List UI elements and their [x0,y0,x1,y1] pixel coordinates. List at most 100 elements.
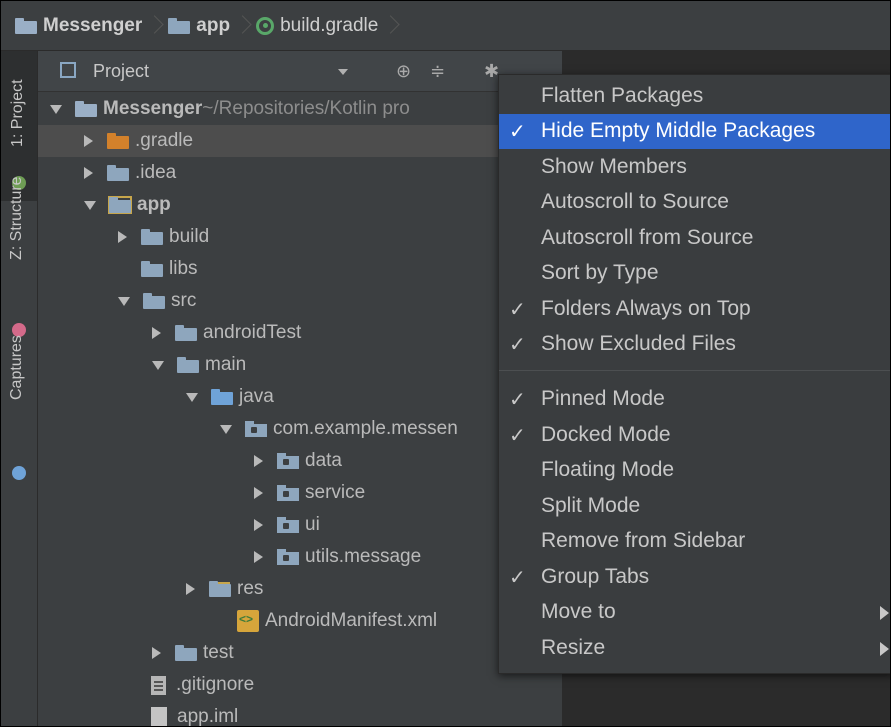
package-icon [277,549,299,565]
menu-item-label: Move to [541,600,616,623]
checkmark-icon: ✓ [509,299,526,321]
captures-icon [12,466,26,480]
tree-item-label: app [137,194,171,215]
menu-item-autoscroll-to-source[interactable]: Autoscroll to Source [499,185,890,220]
tree-row[interactable]: app.iml [38,701,652,727]
tree-item-path: ~/Repositories/Kotlin pro [202,98,410,119]
gradle-icon [256,16,275,35]
ide-window: Messenger app build.gradle 1: Project Z:… [0,0,891,727]
tree-item-label: src [171,290,197,311]
menu-item-resize[interactable]: Resize [499,631,890,666]
breadcrumb-module-label: app [196,14,231,36]
menu-item-hide-empty-middle-packages[interactable]: ✓ Hide Empty Middle Packages [499,114,890,149]
tab-captures[interactable]: Captures [1,335,37,491]
gear-icon[interactable]: ✱ [484,61,499,82]
menu-item-label: Sort by Type [541,261,659,284]
tree-item-label: main [205,354,247,375]
expand-arrow-icon[interactable] [50,104,62,114]
text-file-icon [151,675,166,695]
breadcrumb-file[interactable]: build.gradle [256,1,378,51]
tree-item-label: androidTest [203,322,302,343]
project-options-menu: Flatten Packages ✓ Hide Empty Middle Pac… [498,74,890,674]
expand-arrow-icon[interactable] [254,519,263,531]
breadcrumb-separator [384,1,398,51]
project-panel: Project ⊕ ≑ ✱ Messenger ~/Repositories/K… [38,51,608,726]
menu-item-remove-from-sidebar[interactable]: Remove from Sidebar [499,524,890,559]
project-view-selector[interactable]: Project [93,61,149,82]
menu-item-floating-mode[interactable]: Floating Mode [499,453,890,488]
expand-arrow-icon[interactable] [118,296,130,306]
expand-arrow-icon[interactable] [254,551,263,563]
xml-file-icon [237,610,259,632]
menu-item-label: Floating Mode [541,458,675,481]
menu-item-show-members[interactable]: Show Members [499,150,890,185]
menu-item-pinned-mode[interactable]: ✓ Pinned Mode [499,382,890,417]
folder-icon [175,325,197,341]
tree-item-label: libs [169,258,198,279]
tree-item-label: data [305,450,342,471]
expand-arrow-icon[interactable] [254,487,263,499]
tree-item-label: .gitignore [176,674,255,695]
menu-item-flatten-packages[interactable]: Flatten Packages [499,79,890,114]
checkmark-icon: ✓ [509,121,526,143]
expand-arrow-icon[interactable] [186,392,198,402]
project-folder-icon [15,17,37,34]
folder-icon [177,357,199,373]
menu-item-label: Flatten Packages [541,84,704,107]
collapse-all-icon[interactable]: ≑ [430,61,445,82]
submenu-arrow-icon [880,642,889,656]
tree-item-label: AndroidManifest.xml [265,610,438,631]
breadcrumb-project[interactable]: Messenger [15,1,142,51]
tree-row[interactable]: Messenger ~/Repositories/Kotlin pro [38,93,574,125]
source-folder-icon [211,389,233,405]
expand-arrow-icon[interactable] [152,360,164,370]
expand-arrow-icon[interactable] [186,583,195,595]
menu-item-move-to[interactable]: Move to [499,595,890,630]
expand-arrow-icon[interactable] [118,231,127,243]
menu-item-show-excluded-files[interactable]: ✓ Show Excluded Files [499,327,890,362]
expand-arrow-icon[interactable] [152,647,161,659]
menu-item-label: Autoscroll from Source [541,226,754,249]
package-icon [245,421,267,437]
folder-icon [107,165,129,181]
chevron-down-icon[interactable] [338,69,348,75]
menu-item-docked-mode[interactable]: ✓ Docked Mode [499,418,890,453]
submenu-arrow-icon [880,606,889,620]
tree-item-label: .idea [135,162,177,183]
checkmark-icon: ✓ [509,389,526,411]
menu-item-autoscroll-from-source[interactable]: Autoscroll from Source [499,221,890,256]
menu-item-split-mode[interactable]: Split Mode [499,489,890,524]
menu-item-group-tabs[interactable]: ✓ Group Tabs [499,560,890,595]
expand-arrow-icon[interactable] [84,200,96,210]
expand-arrow-icon[interactable] [84,167,93,179]
tool-window-strip: 1: Project Z: Structure Captures [1,51,38,726]
breadcrumb-separator [236,1,250,51]
project-view-icon [60,62,76,78]
tab-project-label: 1: Project [9,79,26,147]
tree-item-label: build [169,226,210,247]
breadcrumb: Messenger app build.gradle [1,1,890,51]
tab-structure[interactable]: Z: Structure [1,176,37,343]
package-icon [277,453,299,469]
folder-icon [143,293,165,309]
tree-item-label: java [239,386,274,407]
expand-arrow-icon[interactable] [220,424,232,434]
menu-item-sort-by-type[interactable]: Sort by Type [499,256,890,291]
expand-arrow-icon[interactable] [152,327,161,339]
menu-item-label: Pinned Mode [541,387,665,410]
breadcrumb-module[interactable]: app [168,1,230,51]
module-folder-icon [108,196,132,214]
menu-separator [499,370,890,371]
tree-item-label: com.example.messen [273,418,458,439]
tree-item-label: app.iml [177,706,239,727]
package-icon [277,517,299,533]
menu-item-label: Remove from Sidebar [541,529,746,552]
tree-item-label: utils.message [305,546,422,567]
menu-item-label: Show Members [541,155,687,178]
expand-arrow-icon[interactable] [254,455,263,467]
module-folder-icon [168,17,191,34]
expand-arrow-icon[interactable] [84,135,93,147]
scroll-from-source-icon[interactable]: ⊕ [396,61,411,82]
menu-item-folders-always-on-top[interactable]: ✓ Folders Always on Top [499,292,890,327]
menu-item-label: Resize [541,636,606,659]
